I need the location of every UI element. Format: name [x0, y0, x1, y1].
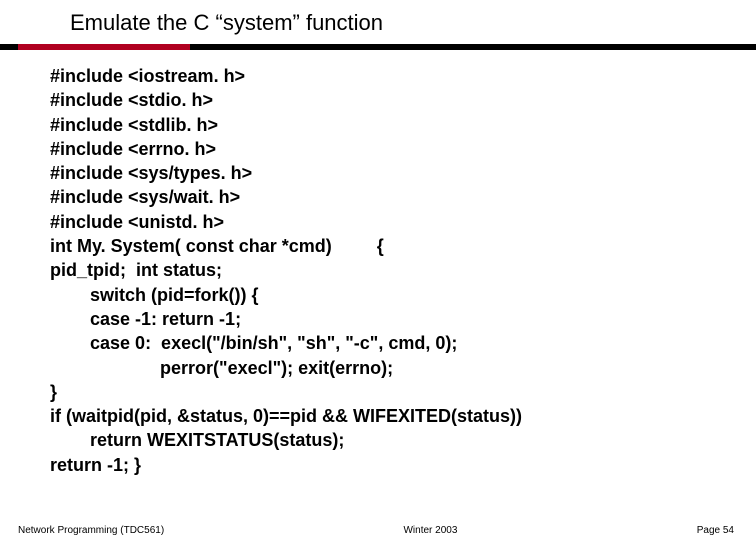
code-line: #include <unistd. h> [50, 212, 224, 232]
code-line: return WEXITSTATUS(status); [50, 430, 344, 450]
code-line: perror("execl"); exit(errno); [50, 358, 393, 378]
code-line: case -1: return -1; [50, 309, 241, 329]
code-line: #include <sys/types. h> [50, 163, 252, 183]
footer-left: Network Programming (TDC561) [18, 525, 164, 536]
code-line: return -1; } [50, 455, 141, 475]
code-line: #include <stdlib. h> [50, 115, 218, 135]
code-line: pid_tpid; int status; [50, 260, 222, 280]
slide-title: Emulate the C “system” function [70, 10, 756, 36]
footer: Network Programming (TDC561) Winter 2003… [0, 525, 756, 536]
code-line: #include <sys/wait. h> [50, 187, 240, 207]
code-line: case 0: execl("/bin/sh", "sh", "-c", cmd… [50, 333, 457, 353]
footer-center: Winter 2003 [403, 525, 457, 536]
accent-bar [0, 44, 756, 50]
footer-right: Page 54 [697, 525, 734, 536]
title-area: Emulate the C “system” function [0, 0, 756, 36]
code-block: #include <iostream. h> #include <stdio. … [50, 64, 726, 477]
code-line: if (waitpid(pid, &status, 0)==pid && WIF… [50, 406, 522, 426]
code-line: #include <errno. h> [50, 139, 216, 159]
code-line: } [50, 382, 57, 402]
code-line: int My. System( const char *cmd) { [50, 236, 384, 256]
code-line: #include <stdio. h> [50, 90, 213, 110]
code-line: switch (pid=fork()) { [50, 285, 259, 305]
code-line: #include <iostream. h> [50, 66, 245, 86]
